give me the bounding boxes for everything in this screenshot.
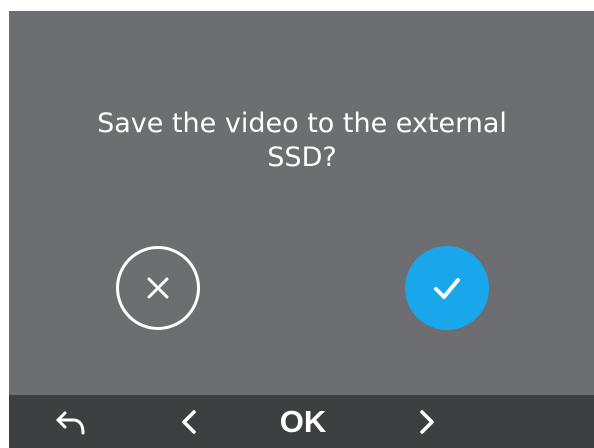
- chevron-right-icon: [420, 409, 434, 434]
- checkmark-icon: [434, 278, 460, 299]
- back-arrow-icon: [56, 411, 85, 434]
- cancel-button[interactable]: [116, 246, 200, 330]
- confirm-button[interactable]: [405, 246, 489, 330]
- close-icon: [147, 277, 169, 299]
- dialog-screen: Save the video to the external SSD? OK: [9, 11, 594, 448]
- back-button[interactable]: [47, 395, 95, 448]
- prompt-line-2: SSD?: [267, 142, 337, 173]
- dialog-prompt: Save the video to the external SSD?: [42, 107, 562, 175]
- previous-button[interactable]: [169, 395, 209, 448]
- prompt-line-1: Save the video to the external: [97, 108, 507, 139]
- chevron-left-icon: [182, 409, 196, 434]
- next-button[interactable]: [407, 395, 447, 448]
- ok-button[interactable]: OK: [263, 395, 343, 448]
- bottom-control-bar: OK: [9, 395, 594, 448]
